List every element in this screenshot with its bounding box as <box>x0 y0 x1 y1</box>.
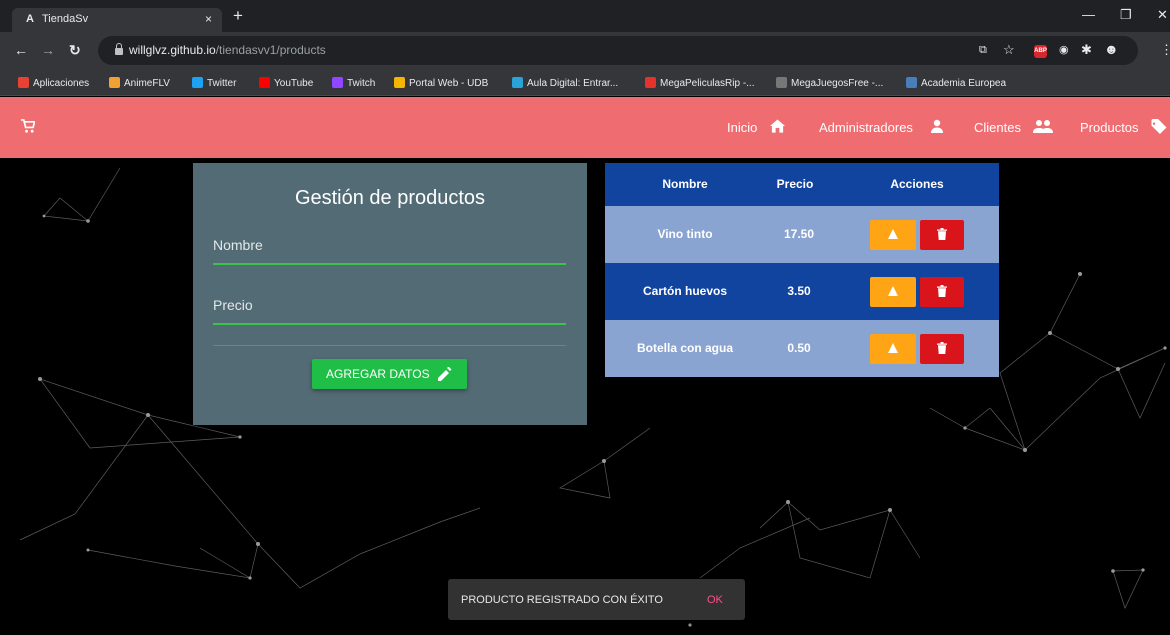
tab-title: TiendaSv <box>42 13 89 25</box>
bookmark-apps[interactable]: Aplicaciones <box>18 77 89 89</box>
form-divider <box>213 345 566 346</box>
minimize-icon[interactable]: — <box>1082 7 1095 22</box>
bookmark-label: Aplicaciones <box>33 78 90 89</box>
delete-button[interactable] <box>920 334 964 364</box>
edit-button[interactable] <box>870 334 916 364</box>
browser-tab[interactable]: A TiendaSv × <box>12 8 222 32</box>
megapeliculas-icon <box>645 77 656 88</box>
extension-icon[interactable]: ◉ <box>1059 43 1069 56</box>
puzzle-icon[interactable]: ✱ <box>1081 42 1092 58</box>
apps-grid-icon <box>18 77 29 88</box>
nav-inicio[interactable]: Inicio <box>727 120 757 135</box>
nav-administradores[interactable]: Administradores <box>819 120 913 135</box>
person-icon <box>931 119 943 133</box>
form-title: Gestión de productos <box>294 187 486 209</box>
nav-productos[interactable]: Productos <box>1080 120 1139 135</box>
bookmark-aula[interactable]: Aula Digital: Entrar... <box>512 77 618 89</box>
trash-icon <box>937 227 947 240</box>
delete-button[interactable] <box>920 277 964 307</box>
url-path: /tiendasvv1/products <box>215 43 326 57</box>
nombre-underline <box>213 263 566 265</box>
forward-icon[interactable]: → <box>41 42 55 58</box>
trash-icon <box>937 284 947 297</box>
pencil-icon <box>438 367 452 381</box>
cell-precio: 3.50 <box>787 284 811 298</box>
header-acciones: Acciones <box>890 177 944 191</box>
add-product-button[interactable]: AGREGAR DATOS <box>312 359 467 389</box>
header-precio: Precio <box>776 177 814 191</box>
arrow-up-icon <box>888 342 898 353</box>
academia-icon <box>906 77 917 88</box>
cell-precio: 17.50 <box>783 227 815 241</box>
twitch-icon <box>332 77 343 88</box>
snackbar-ok-button[interactable]: OK <box>707 594 723 606</box>
bookmark-label: YouTube <box>274 78 314 89</box>
edit-button[interactable] <box>870 220 916 250</box>
arrow-up-icon <box>888 228 898 239</box>
bookmark-megajuegos[interactable]: MegaJuegosFree -... <box>776 77 883 89</box>
tab-favicon: A <box>26 13 34 25</box>
bookmark-star-icon[interactable]: ☆ <box>1003 42 1015 58</box>
restore-icon[interactable]: ❐ <box>1120 7 1132 23</box>
bookmark-label: Twitter <box>207 78 237 89</box>
translate-icon[interactable]: ⧉ <box>979 44 987 57</box>
url-host: willglvz.github.io <box>129 43 216 57</box>
cell-nombre: Botella con agua <box>636 341 734 355</box>
table-header: Nombre Precio Acciones <box>605 163 999 206</box>
nav-clientes[interactable]: Clientes <box>974 120 1021 135</box>
bookmark-label: AnimeFLV <box>124 78 170 89</box>
bookmark-label: Twitch <box>347 78 376 89</box>
nombre-input[interactable] <box>213 236 566 262</box>
bookmark-twitter[interactable]: Twitter <box>192 77 236 89</box>
cell-nombre: Cartón huevos <box>642 284 727 298</box>
bookmark-label: MegaJuegosFree -... <box>791 78 884 89</box>
youtube-icon <box>259 77 270 88</box>
table-row: Cartón huevos 3.50 <box>605 263 999 320</box>
back-icon[interactable]: ← <box>14 42 28 58</box>
bookmark-label: MegaPeliculasRip -... <box>660 78 755 89</box>
precio-underline <box>213 323 566 325</box>
new-tab-button[interactable]: + <box>233 6 243 26</box>
bookmark-twitch[interactable]: Twitch <box>332 77 375 89</box>
menu-icon[interactable]: ⋮ <box>1160 42 1170 58</box>
snackbar-message: PRODUCTO REGISTRADO CON ÉXITO <box>461 594 663 606</box>
cart-icon[interactable] <box>20 119 35 134</box>
bookmark-label: Academia Europea <box>921 78 1007 89</box>
edit-button[interactable] <box>870 277 916 307</box>
cell-nombre: Vino tinto <box>657 227 713 241</box>
delete-button[interactable] <box>920 220 964 250</box>
trash-icon <box>937 341 947 354</box>
udb-icon <box>394 77 405 88</box>
cell-precio: 0.50 <box>787 341 811 355</box>
twitter-icon <box>192 77 203 88</box>
bookmark-megapeliculas[interactable]: MegaPeliculasRip -... <box>645 77 754 89</box>
adblock-icon[interactable]: ABP <box>1034 45 1047 58</box>
lock-icon <box>114 43 124 55</box>
people-icon <box>1033 120 1053 133</box>
header-nombre: Nombre <box>662 177 708 191</box>
megajuegos-icon <box>776 77 787 88</box>
add-product-label: AGREGAR DATOS <box>326 367 430 381</box>
tag-icon <box>1151 119 1167 134</box>
table-row: Botella con agua 0.50 <box>605 320 999 377</box>
bookmark-label: Portal Web - UDB <box>409 78 489 89</box>
precio-input[interactable] <box>213 296 566 322</box>
close-window-icon[interactable]: ✕ <box>1157 7 1168 23</box>
arrow-up-icon <box>888 285 898 296</box>
bookmark-animeflv[interactable]: AnimeFLV <box>109 77 170 89</box>
bookmark-academia[interactable]: Academia Europea <box>906 77 1006 89</box>
url-text[interactable]: willglvz.github.io/tiendasvv1/products <box>129 43 326 57</box>
table-row: Vino tinto 17.50 <box>605 206 999 263</box>
bookmark-youtube[interactable]: YouTube <box>259 77 313 89</box>
reload-icon[interactable]: ↻ <box>69 42 81 59</box>
aula-icon <box>512 77 523 88</box>
bookmark-udb[interactable]: Portal Web - UDB <box>394 77 488 89</box>
products-table: Nombre Precio Acciones Vino tinto 17.50 … <box>605 163 999 377</box>
animeflv-icon <box>109 77 120 88</box>
home-icon <box>770 119 785 133</box>
tab-close-icon[interactable]: × <box>205 12 212 26</box>
bookmark-label: Aula Digital: Entrar... <box>527 78 619 89</box>
avatar-icon[interactable]: ☻ <box>1104 41 1119 57</box>
